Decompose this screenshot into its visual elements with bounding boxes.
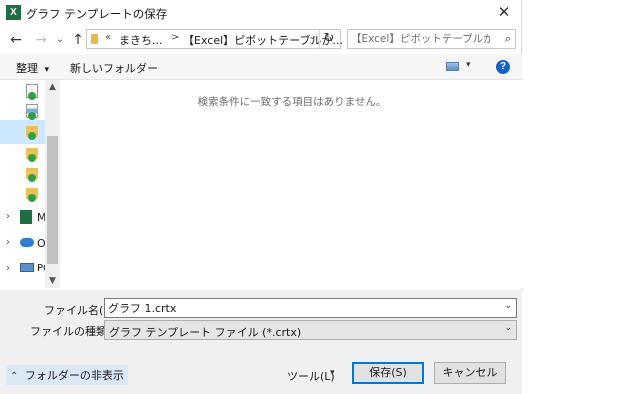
tree-item-selected[interactable] bbox=[0, 120, 45, 144]
tree-item-pc[interactable]: › PC bbox=[0, 258, 50, 282]
chevron-down-icon: ▾ bbox=[44, 65, 50, 75]
command-bar: 整理 ▾ 新しいフォルダー ▾ ? bbox=[0, 54, 522, 80]
chevron-up-icon: ⌃ bbox=[10, 371, 19, 382]
sync-status-icon bbox=[28, 92, 36, 100]
back-button[interactable]: ← bbox=[6, 30, 26, 50]
scroll-up-icon[interactable]: ▲ bbox=[45, 82, 60, 92]
chevron-down-icon[interactable]: ▾ bbox=[466, 60, 471, 70]
save-dialog: X グラフ テンプレートの保存 ✕ ← → ⌄ ↑ « まきち... > 【Ex… bbox=[0, 0, 522, 394]
empty-message: 検索条件に一致する項目はありません。 bbox=[197, 96, 387, 108]
save-options-panel: ファイル名(N): ⌄ ファイルの種類(T): グラフ テンプレート ファイル … bbox=[0, 290, 522, 394]
forward-button[interactable]: → bbox=[31, 30, 51, 50]
close-button[interactable]: ✕ bbox=[492, 1, 516, 23]
tree-item[interactable] bbox=[0, 182, 45, 206]
organize-label: 整理 bbox=[16, 62, 38, 75]
chevron-down-icon[interactable]: ▾ bbox=[330, 368, 335, 378]
folder-icon bbox=[91, 34, 98, 44]
file-name-input[interactable] bbox=[108, 300, 488, 316]
onedrive-icon bbox=[20, 238, 34, 247]
cancel-button[interactable]: キャンセル bbox=[434, 362, 506, 384]
address-bar[interactable]: « まきち... > 【Excel】ピボットテーブルか... ⌄ ↻ bbox=[86, 29, 343, 49]
file-list[interactable]: 検索条件に一致する項目はありません。 bbox=[62, 80, 522, 288]
tools-button[interactable]: ツール(L) bbox=[287, 368, 335, 384]
tree-item-excel[interactable]: › M bbox=[0, 206, 47, 230]
navigation-scrollbar[interactable]: ▲ ▼ bbox=[45, 80, 60, 288]
breadcrumb-item[interactable]: まきち... bbox=[119, 32, 163, 48]
navigation-bar: ← → ⌄ ↑ « まきち... > 【Excel】ピボットテーブルか... ⌄… bbox=[0, 26, 522, 54]
sync-status-icon bbox=[28, 132, 36, 140]
file-type-value: グラフ テンプレート ファイル (*.crtx) bbox=[109, 326, 302, 339]
save-label: 保存(S) bbox=[369, 366, 407, 379]
excel-icon: X bbox=[6, 5, 21, 20]
file-type-select[interactable]: グラフ テンプレート ファイル (*.crtx) ⌄ bbox=[104, 320, 517, 340]
scroll-down-icon[interactable]: ▼ bbox=[45, 276, 60, 286]
expand-icon[interactable]: › bbox=[6, 211, 10, 222]
save-button[interactable]: 保存(S) bbox=[352, 362, 424, 384]
sync-status-icon bbox=[28, 174, 36, 182]
scrollbar-thumb[interactable] bbox=[47, 136, 58, 264]
sync-status-icon bbox=[28, 194, 36, 202]
breadcrumb-overflow[interactable]: « bbox=[105, 32, 111, 43]
help-icon[interactable]: ? bbox=[496, 60, 510, 74]
hide-folders-label: フォルダーの非表示 bbox=[24, 369, 124, 382]
window-title: グラフ テンプレートの保存 bbox=[26, 7, 168, 21]
hide-folders-button[interactable]: ⌃ フォルダーの非表示 bbox=[6, 365, 128, 385]
search-input[interactable] bbox=[351, 31, 491, 47]
pc-icon bbox=[20, 263, 34, 272]
breadcrumb-separator[interactable]: > bbox=[171, 32, 179, 43]
refresh-icon[interactable]: ↻ bbox=[319, 29, 338, 49]
sync-status-icon bbox=[28, 154, 36, 162]
new-folder-button[interactable]: 新しいフォルダー bbox=[70, 60, 158, 76]
sync-status-icon bbox=[28, 112, 36, 120]
excel-icon bbox=[20, 210, 32, 224]
search-box[interactable]: ⌕ bbox=[347, 29, 516, 49]
chevron-down-icon[interactable]: ⌄ bbox=[504, 301, 512, 311]
organize-button[interactable]: 整理 ▾ bbox=[16, 60, 49, 76]
title-bar: X グラフ テンプレートの保存 ✕ bbox=[0, 0, 522, 26]
chevron-down-icon[interactable]: ⌄ bbox=[504, 323, 512, 333]
recent-locations-dropdown[interactable]: ⌄ bbox=[50, 30, 70, 50]
expand-icon[interactable]: › bbox=[6, 263, 10, 274]
file-name-field[interactable]: ⌄ bbox=[104, 298, 517, 318]
up-button[interactable]: ↑ bbox=[68, 30, 88, 50]
view-options-icon[interactable] bbox=[446, 62, 459, 71]
address-dropdown-icon[interactable]: ⌄ bbox=[308, 32, 316, 42]
expand-icon[interactable]: › bbox=[6, 237, 10, 248]
cancel-label: キャンセル bbox=[442, 366, 498, 379]
tree-item-onedrive[interactable]: › O bbox=[0, 232, 46, 256]
search-icon[interactable]: ⌕ bbox=[505, 32, 511, 46]
